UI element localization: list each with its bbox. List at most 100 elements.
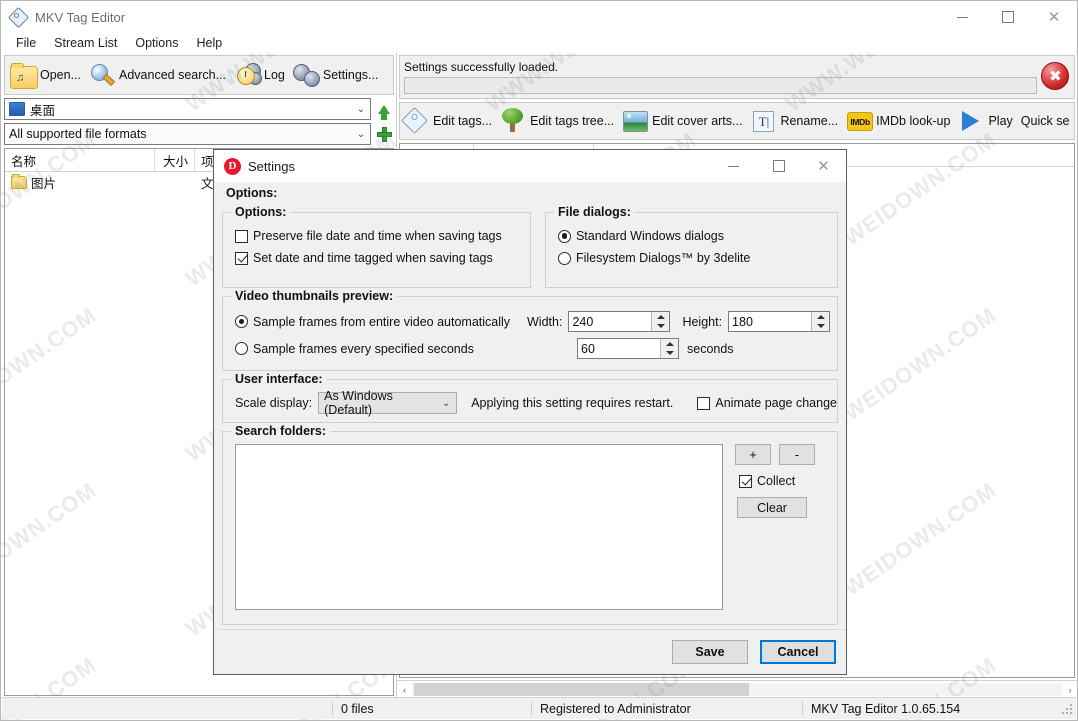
- menu-item-help[interactable]: Help: [187, 34, 231, 52]
- settings-dialog: D Settings ✕ Options: Options: Preserve …: [213, 149, 847, 675]
- scroll-right-button[interactable]: ›: [1062, 685, 1077, 695]
- window-controls: ✕: [939, 1, 1077, 33]
- cancel-x-icon[interactable]: ✖: [1041, 62, 1070, 90]
- save-button[interactable]: Save: [672, 640, 748, 664]
- toolbar-label-settings: Settings...: [322, 68, 379, 82]
- cell-name-text: 图片: [31, 176, 57, 191]
- width-input[interactable]: [569, 312, 652, 331]
- toolbar-button-advanced-search[interactable]: Advanced search...: [86, 58, 231, 92]
- radio-filesystem-dialogs[interactable]: Filesystem Dialogs™ by 3delite: [557, 251, 837, 265]
- toolbar-label-quick-search: Quick se: [1020, 114, 1070, 128]
- height-label: Height:: [682, 314, 723, 329]
- seconds-input[interactable]: [578, 339, 660, 358]
- toolbar-button-quick-search[interactable]: Quick se: [1018, 104, 1075, 138]
- radio-sample-entire-video[interactable]: Sample frames from entire video automati…: [235, 315, 527, 329]
- height-input[interactable]: [729, 312, 812, 331]
- add-folder-button[interactable]: +: [735, 444, 771, 465]
- scroll-left-button[interactable]: ‹: [397, 685, 412, 695]
- radio-button[interactable]: [235, 342, 248, 355]
- seconds-spin-buttons[interactable]: [660, 339, 678, 358]
- scrollbar-thumb[interactable]: [414, 683, 749, 696]
- imdb-icon: IMDb: [846, 108, 874, 134]
- toolbar-button-imdb-lookup[interactable]: IMDb IMDb look-up: [843, 104, 955, 138]
- spin-up-icon[interactable]: [661, 339, 678, 349]
- horizontal-scrollbar[interactable]: ‹ ›: [397, 680, 1078, 698]
- filter-combo[interactable]: All supported file formats ⌄: [4, 123, 371, 145]
- close-button[interactable]: ✕: [1031, 1, 1077, 33]
- checkbox-label: Set date and time tagged when saving tag…: [253, 251, 493, 265]
- checkbox-collect[interactable]: Collect: [739, 474, 827, 488]
- gears-icon: [292, 62, 320, 88]
- dialog-window-controls: ✕: [711, 150, 846, 182]
- spin-down-icon[interactable]: [652, 322, 669, 332]
- height-stepper[interactable]: [728, 311, 831, 332]
- dialog-options-label: Options:: [226, 186, 278, 200]
- picture-icon: [622, 108, 649, 134]
- menu-item-stream-list[interactable]: Stream List: [45, 34, 126, 52]
- go-up-button[interactable]: [374, 98, 394, 120]
- options-group-legend: Options:: [231, 205, 291, 219]
- toolbar-button-log[interactable]: Log: [231, 58, 290, 92]
- chevron-down-icon[interactable]: ⌄: [436, 398, 456, 409]
- dialog-minimize-button[interactable]: [711, 150, 756, 182]
- dialog-maximize-button[interactable]: [756, 150, 801, 182]
- checkbox-set-date-tagged[interactable]: Set date and time tagged when saving tag…: [235, 251, 530, 265]
- height-spin-buttons[interactable]: [811, 312, 830, 332]
- clear-button[interactable]: Clear: [737, 497, 807, 518]
- chevron-down-icon[interactable]: ⌄: [352, 104, 370, 115]
- menu-item-options[interactable]: Options: [126, 34, 187, 52]
- checkbox-box[interactable]: [739, 474, 752, 488]
- tag-icon: [401, 107, 429, 134]
- toolbar-button-edit-tags[interactable]: Edit tags...: [400, 104, 497, 138]
- toolbar-button-edit-cover-arts[interactable]: Edit cover arts...: [619, 104, 747, 138]
- play-icon: [958, 108, 984, 134]
- radio-button[interactable]: [557, 229, 571, 243]
- dialog-body: Options: Options: Preserve file date and…: [214, 182, 846, 629]
- search-folders-listbox[interactable]: [235, 444, 723, 610]
- maximize-button[interactable]: [985, 1, 1031, 33]
- checkbox-animate-page-change[interactable]: Animate page change: [697, 396, 837, 410]
- width-spin-buttons[interactable]: [651, 312, 670, 332]
- menu-bar: File Stream List Options Help: [1, 33, 1077, 53]
- dialog-close-button[interactable]: ✕: [801, 150, 846, 182]
- toolbar-button-edit-tags-tree[interactable]: Edit tags tree...: [497, 104, 619, 138]
- spin-up-icon[interactable]: [652, 312, 669, 322]
- checkbox-box[interactable]: [235, 251, 248, 265]
- radio-label: Standard Windows dialogs: [575, 229, 724, 243]
- add-folder-button[interactable]: [374, 123, 394, 145]
- chevron-down-icon[interactable]: ⌄: [352, 129, 370, 140]
- toolbar-button-settings[interactable]: Settings...: [290, 58, 384, 92]
- spin-down-icon[interactable]: [812, 322, 829, 332]
- toolbar-button-open[interactable]: ♫ Open...: [7, 58, 86, 92]
- toolbar-button-play[interactable]: Play: [955, 104, 1017, 138]
- radio-sample-every-seconds[interactable]: Sample frames every specified seconds: [235, 342, 527, 356]
- column-header-name[interactable]: 名称: [5, 149, 155, 171]
- path-combo[interactable]: 桌面 ⌄: [4, 98, 371, 120]
- seconds-label: seconds: [687, 341, 734, 356]
- checkbox-box[interactable]: [697, 396, 711, 410]
- toolbar-button-rename[interactable]: T| Rename...: [747, 104, 843, 138]
- width-stepper[interactable]: [568, 311, 671, 332]
- radio-standard-windows-dialogs[interactable]: Standard Windows dialogs: [557, 229, 837, 243]
- spin-down-icon[interactable]: [661, 349, 678, 359]
- search-folders-group: Search folders: + - Collect Clear: [222, 424, 838, 625]
- checkbox-preserve-file-date[interactable]: Preserve file date and time when saving …: [235, 229, 530, 243]
- scale-display-select[interactable]: As Windows (Default) ⌄: [318, 389, 458, 417]
- radio-button[interactable]: [235, 315, 248, 328]
- scrollbar-track[interactable]: [412, 683, 1063, 696]
- radio-label: Filesystem Dialogs™ by 3delite: [575, 251, 751, 265]
- minimize-button[interactable]: [939, 1, 985, 33]
- application-window: MKV Tag Editor ✕ File Stream List Option…: [0, 0, 1078, 721]
- filter-combo-value: All supported file formats: [9, 127, 147, 141]
- seconds-stepper[interactable]: [577, 338, 679, 359]
- d-logo-icon: D: [224, 157, 241, 175]
- column-header-size[interactable]: 大小: [155, 149, 195, 171]
- checkbox-box[interactable]: [235, 229, 248, 243]
- remove-folder-button[interactable]: -: [779, 444, 815, 465]
- menu-item-file[interactable]: File: [7, 34, 45, 52]
- radio-button[interactable]: [557, 251, 571, 265]
- resize-grip-icon[interactable]: [1060, 702, 1074, 716]
- spin-up-icon[interactable]: [812, 312, 829, 322]
- status-bar: 0 files Registered to Administrator MKV …: [2, 697, 1076, 719]
- cancel-button[interactable]: Cancel: [760, 640, 836, 664]
